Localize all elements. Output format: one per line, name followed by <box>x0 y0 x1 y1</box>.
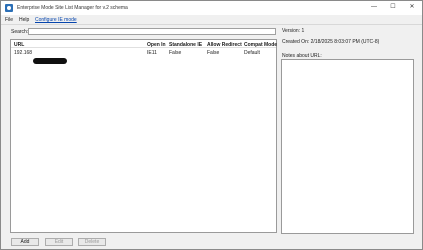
url-list[interactable]: URL Open In Standalone IE Allow Redirect… <box>10 39 277 233</box>
app-icon <box>5 4 13 12</box>
column-header-allow-redirect[interactable]: Allow Redirect <box>207 42 242 48</box>
menu-help[interactable]: Help <box>19 17 29 23</box>
add-button[interactable]: Add <box>11 238 39 246</box>
column-header-compat-mode[interactable]: Compat Mode <box>244 42 277 48</box>
edit-button[interactable]: Edit <box>45 238 73 246</box>
list-header: URL Open In Standalone IE Allow Redirect… <box>11 40 277 48</box>
configure-ie-mode-link[interactable]: Configure IE mode <box>35 17 77 23</box>
window-title: Enterprise Mode Site List Manager for v.… <box>17 5 128 11</box>
search-input[interactable] <box>28 28 276 35</box>
column-header-open-in[interactable]: Open In <box>147 42 166 48</box>
minimize-icon[interactable]: — <box>367 2 381 13</box>
maximize-icon[interactable]: ☐ <box>386 2 400 13</box>
close-icon[interactable]: ✕ <box>405 2 419 13</box>
menu-file[interactable]: File <box>5 17 13 23</box>
title-bar: Enterprise Mode Site List Manager for v.… <box>1 1 422 15</box>
cell-standalone-ie: False <box>169 50 182 56</box>
version-label: Version: 1 <box>282 28 305 34</box>
cell-allow-redirect: False <box>207 50 220 56</box>
search-label: Search: <box>11 29 29 35</box>
column-header-url[interactable]: URL <box>14 42 24 48</box>
table-row[interactable]: 192.168 IE11 False False Default <box>11 49 276 64</box>
site-list-manager-window: Enterprise Mode Site List Manager for v.… <box>0 0 423 250</box>
cell-url: 192.168 <box>14 50 33 56</box>
created-on-label: Created On: 2/18/2025 8:03:07 PM (UTC-8) <box>282 39 380 45</box>
delete-button[interactable]: Delete <box>78 238 106 246</box>
notes-textarea[interactable] <box>281 59 414 234</box>
menu-bar: File Help Configure IE mode <box>1 15 422 25</box>
cell-compat-mode: Default <box>244 50 260 56</box>
column-header-standalone-ie[interactable]: Standalone IE <box>169 42 202 48</box>
cell-open-in: IE11 <box>147 50 157 56</box>
redaction-mark <box>33 58 67 64</box>
